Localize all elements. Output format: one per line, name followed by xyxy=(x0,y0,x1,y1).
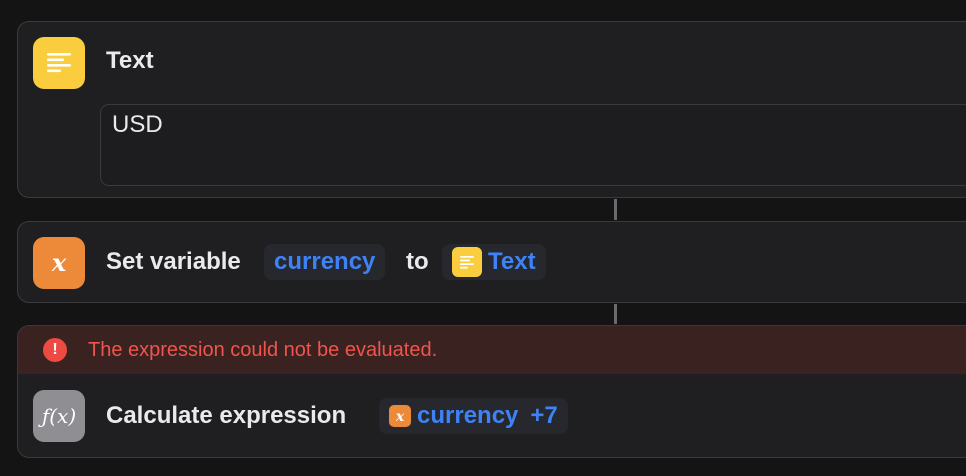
action-title: Calculate expression xyxy=(106,402,347,429)
action-title: Set variable xyxy=(106,248,241,275)
variable-x-icon: x xyxy=(33,237,85,289)
calculate-expression-action-card[interactable]: ! The expression could not be evaluated.… xyxy=(17,325,966,458)
text-content-value: USD xyxy=(112,111,163,138)
action-connector xyxy=(614,304,617,324)
text-content-field[interactable]: USD xyxy=(100,104,966,186)
expression-field[interactable]: x currency +7 xyxy=(379,398,568,434)
expression-operand: +7 xyxy=(530,402,558,429)
error-message: The expression could not be evaluated. xyxy=(88,339,438,361)
svg-text:x: x xyxy=(51,248,67,277)
error-banner: ! The expression could not be evaluated. xyxy=(18,326,966,374)
connector-word: to xyxy=(406,248,429,275)
input-text-label: Text xyxy=(488,248,536,275)
input-text-token[interactable]: Text xyxy=(442,244,546,280)
text-action-card[interactable]: Text USD xyxy=(17,21,966,198)
text-lines-icon xyxy=(33,37,85,89)
variable-name-token[interactable]: currency xyxy=(264,244,386,280)
svg-text:x: x xyxy=(395,409,405,424)
variable-name-label: currency xyxy=(274,248,376,275)
action-connector xyxy=(614,199,617,220)
svg-text:ƒ(x): ƒ(x) xyxy=(38,404,76,428)
set-variable-action-card[interactable]: x Set variable currency to Text xyxy=(17,221,966,303)
function-fx-icon: ƒ(x) xyxy=(33,390,85,442)
expression-variable-label: currency xyxy=(417,402,519,429)
variable-x-icon: x xyxy=(389,405,411,427)
action-title: Text xyxy=(106,47,154,74)
exclamation-circle-icon: ! xyxy=(43,338,67,362)
text-lines-icon xyxy=(452,247,482,277)
